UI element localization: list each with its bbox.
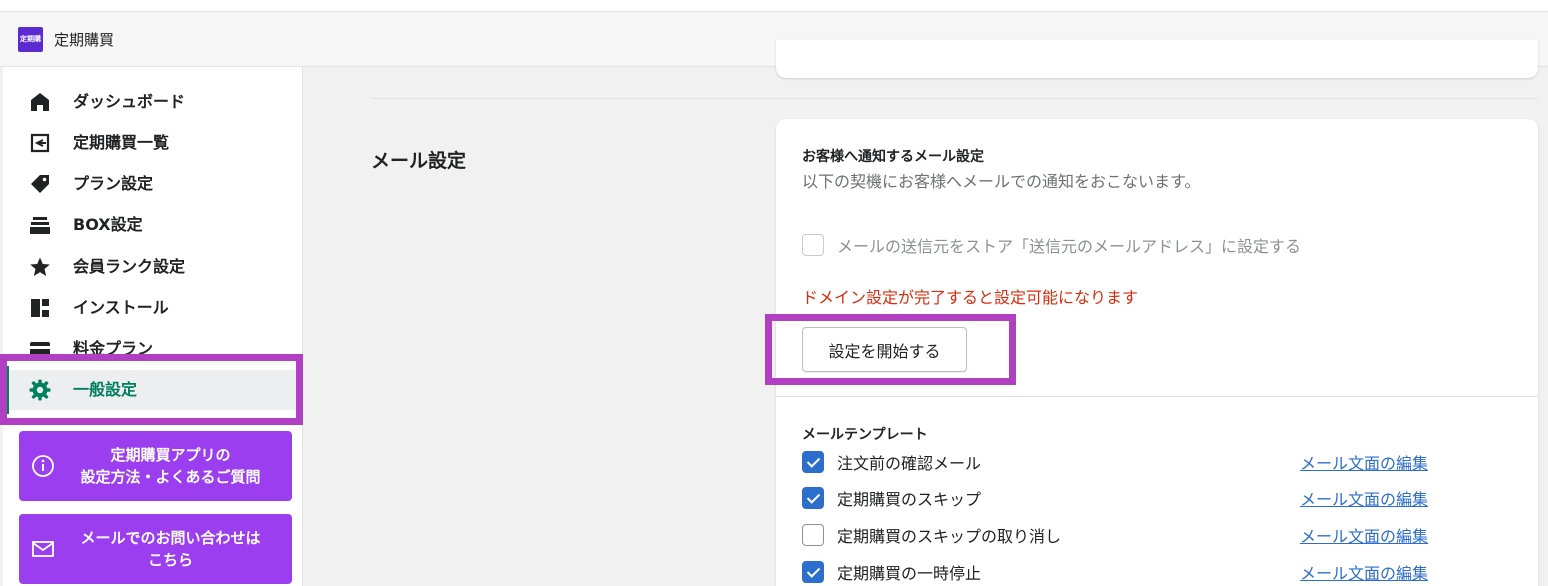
card-description: 以下の契機にお客様へメールでの通知をおこないます。 (802, 172, 1201, 191)
contact-button-line2: こちら (147, 551, 193, 569)
sidebar-item-general-settings[interactable]: 一般設定 (3, 370, 303, 410)
template-label: 定期購買のスキップ (837, 490, 982, 509)
card-heading: お客様へ通知するメール設定 (802, 149, 984, 165)
template-row: 定期購買のスキップ メール文面の編集 (802, 486, 1452, 510)
template-label: 注文前の確認メール (837, 454, 982, 473)
template-row: 定期購買のスキップの取り消し メール文面の編集 (802, 523, 1452, 547)
active-indicator (6, 366, 9, 414)
sidebar-item-label: BOX設定 (73, 215, 143, 234)
tag-icon (28, 172, 52, 196)
star-icon (28, 255, 52, 279)
gear-icon (28, 378, 52, 402)
warning-text: ドメイン設定が完了すると設定可能になります (802, 288, 1139, 307)
sidebar-item-pricing[interactable]: 料金プラン (3, 329, 303, 369)
help-button-line2: 設定方法・よくあるご質問 (80, 468, 261, 486)
previous-section-card (776, 40, 1538, 78)
sender-checkbox-label: メールの送信元をストア「送信元のメールアドレス」に設定する (837, 237, 1302, 256)
top-strip (0, 0, 1548, 12)
help-faq-button[interactable]: 定期購買アプリの 設定方法・よくあるご質問 (19, 431, 292, 501)
template-label: 定期購買のスキップの取り消し (837, 527, 1062, 546)
sidebar-item-install[interactable]: インストール (3, 288, 303, 328)
sender-checkbox-row: メールの送信元をストア「送信元のメールアドレス」に設定する (802, 233, 1301, 257)
sender-checkbox[interactable] (802, 234, 824, 256)
sidebar-item-label: プラン設定 (73, 174, 154, 193)
apps-icon (28, 296, 52, 320)
section-title: メール設定 (371, 150, 467, 172)
template-checkbox[interactable] (802, 487, 824, 509)
subscription-list-icon (28, 131, 52, 155)
template-checkbox[interactable] (802, 451, 824, 473)
template-row: 注文前の確認メール メール文面の編集 (802, 450, 1452, 474)
edit-template-link[interactable]: メール文面の編集 (1300, 523, 1428, 547)
sidebar: ダッシュボード 定期購買一覧 プラン設定 BOX設定 会員ランク設定 インストー… (3, 67, 303, 586)
template-label: 定期購買の一時停止 (837, 564, 982, 583)
mail-icon (31, 537, 55, 561)
home-icon (28, 90, 52, 114)
templates-heading: メールテンプレート (802, 427, 928, 443)
app-logo: 定期購買 (18, 26, 43, 52)
info-icon (31, 454, 55, 478)
sidebar-item-label: 定期購買一覧 (73, 133, 170, 152)
sidebar-item-subscriptions[interactable]: 定期購買一覧 (3, 123, 303, 163)
sidebar-item-label: 料金プラン (73, 339, 154, 358)
contact-email-button[interactable]: メールでのお問い合わせは こちら (19, 514, 292, 584)
sidebar-item-plans[interactable]: プラン設定 (3, 164, 303, 204)
template-row: 定期購買の一時停止 メール文面の編集 (802, 560, 1452, 584)
help-button-line1: 定期購買アプリの (110, 446, 231, 464)
app-title: 定期購買 (54, 30, 115, 49)
template-checkbox[interactable] (802, 561, 824, 583)
contact-button-line1: メールでのお問い合わせは (80, 529, 261, 547)
sidebar-item-label: 会員ランク設定 (73, 257, 186, 276)
sidebar-item-label: インストール (73, 298, 169, 317)
sidebar-item-label: ダッシュボード (73, 92, 186, 111)
start-setup-button[interactable]: 設定を開始する (802, 327, 967, 372)
template-checkbox[interactable] (802, 524, 824, 546)
sidebar-item-member-rank[interactable]: 会員ランク設定 (3, 247, 303, 287)
sidebar-item-box[interactable]: BOX設定 (3, 205, 303, 245)
section-divider (371, 98, 1538, 99)
credit-card-icon (28, 337, 52, 361)
edit-template-link[interactable]: メール文面の編集 (1300, 560, 1428, 584)
card-divider (776, 396, 1538, 397)
sidebar-item-label: 一般設定 (73, 380, 138, 399)
sidebar-item-dashboard[interactable]: ダッシュボード (3, 82, 303, 122)
edit-template-link[interactable]: メール文面の編集 (1300, 450, 1428, 474)
edit-template-link[interactable]: メール文面の編集 (1300, 486, 1428, 510)
box-stack-icon (28, 213, 52, 237)
